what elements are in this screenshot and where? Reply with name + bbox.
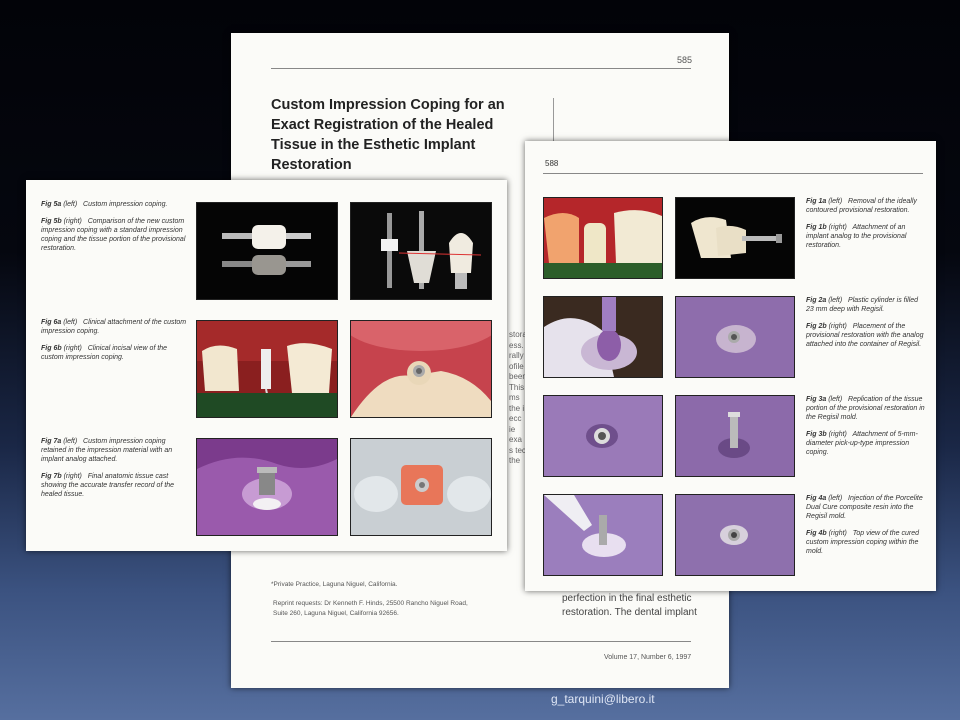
photo-fig-5b — [350, 202, 492, 300]
caption-fig-7a: Fig 7a (left) Custom impression coping r… — [41, 438, 173, 463]
captions-fig-4: Fig 4a (left) Injection of the Porcelite… — [806, 494, 926, 564]
back-page-number: 585 — [677, 55, 693, 65]
photo-fig-4a — [543, 494, 663, 576]
body-line-2: restoration. The dental implant — [562, 607, 697, 618]
photo-fig-1b — [675, 197, 795, 279]
footer-rule — [271, 641, 691, 642]
photo-fig-7b — [350, 438, 492, 536]
photo-fig-4b — [675, 494, 795, 576]
right-header-rule — [543, 173, 923, 174]
caption-fig-2a: Fig 2a (left) Plastic cylinder is filled… — [806, 297, 919, 313]
reprint-line-1: Reprint requests: Dr Kenneth F. Hinds, 2… — [273, 600, 468, 607]
header-rule — [271, 68, 691, 69]
captions-fig-3: Fig 3a (left) Replication of the tissue … — [806, 395, 926, 465]
caption-fig-7b: Fig 7b (right) Final anatomic tissue cas… — [41, 473, 175, 498]
caption-fig-4a: Fig 4a (left) Injection of the Porcelite… — [806, 495, 923, 520]
reprint-line-2: Suite 260, Laguna Niguel, California 926… — [273, 610, 399, 617]
photo-fig-2a — [543, 296, 663, 378]
footnote: *Private Practice, Laguna Niguel, Califo… — [271, 581, 398, 588]
captions-row-1: Fig 5a (left) Custom impression coping. … — [41, 200, 191, 261]
caption-fig-1a: Fig 1a (left) Removal of the ideally con… — [806, 198, 917, 214]
captions-row-2: Fig 6a (left) Clinical attachment of the… — [41, 318, 191, 370]
captions-fig-2: Fig 2a (left) Plastic cylinder is filled… — [806, 296, 926, 357]
photo-fig-2b — [675, 296, 795, 378]
article-title: Custom Impression Coping for an Exact Re… — [271, 97, 505, 173]
photo-fig-6a — [196, 320, 338, 418]
caption-fig-2b: Fig 2b (right) Placement of the provisio… — [806, 323, 924, 348]
caption-fig-4b: Fig 4b (right) Top view of the cured cus… — [806, 530, 919, 555]
caption-fig-1b: Fig 1b (right) Attachment of an implant … — [806, 224, 907, 249]
photo-fig-3b — [675, 395, 795, 477]
captions-row-3: Fig 7a (left) Custom impression coping r… — [41, 437, 191, 507]
photo-fig-7a — [196, 438, 338, 536]
photo-fig-6b — [350, 320, 492, 418]
photo-fig-3a — [543, 395, 663, 477]
photo-fig-5a — [196, 202, 338, 300]
photo-fig-1a — [543, 197, 663, 279]
right-page-number: 588 — [545, 159, 559, 168]
footer-volume: Volume 17, Number 6, 1997 — [604, 654, 692, 661]
caption-fig-5a: Fig 5a (left) Custom impression coping. — [41, 201, 168, 208]
caption-fig-6b: Fig 6b (right) Clinical incisal view of … — [41, 345, 168, 361]
caption-fig-6a: Fig 6a (left) Clinical attachment of the… — [41, 319, 187, 335]
caption-fig-3b: Fig 3b (right) Attachment of 5-mm-diamet… — [806, 431, 918, 456]
captions-fig-1: Fig 1a (left) Removal of the ideally con… — [806, 197, 926, 258]
right-figure-page: 588 Fig 1a (left) Removal of the ideally… — [525, 141, 936, 591]
left-figure-page: Fig 5a (left) Custom impression coping. … — [26, 180, 507, 551]
body-line-1: perfection in the final esthetic — [562, 593, 692, 604]
author-credit: g_tarquini@libero.it — [551, 692, 655, 706]
caption-fig-3a: Fig 3a (left) Replication of the tissue … — [806, 396, 925, 421]
caption-fig-5b: Fig 5b (right) Comparison of the new cus… — [41, 218, 186, 252]
